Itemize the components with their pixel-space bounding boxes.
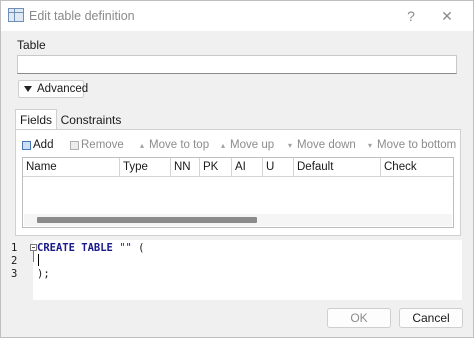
remove-field-button[interactable]: Remove [70,137,124,153]
title-bar: Edit table definition ? ✕ [1,1,473,31]
advanced-toggle-button[interactable]: Advanced [18,80,88,98]
move-to-bottom-label: Move to bottom [377,139,457,151]
move-down-button[interactable]: ▾ Move down [286,137,356,153]
sql-keyword: CREATE TABLE [37,242,113,254]
line-number: 1 [11,242,18,254]
table-name-input[interactable] [17,55,457,74]
arrow-down-icon: ▾ [287,140,292,150]
fields-panel: Add Remove ▴ Move to top ▴ Move up ▾ Mov… [15,129,461,236]
arrow-top-icon: ▴ [139,140,144,150]
fold-guide [33,251,34,262]
window-title: Edit table definition [29,9,135,23]
cancel-button[interactable]: Cancel [399,308,463,328]
tab-fields[interactable]: Fields [15,109,57,130]
tab-constraints[interactable]: Constraints [59,109,123,130]
close-icon[interactable]: ✕ [437,7,457,25]
fold-collapse-icon[interactable] [30,244,37,251]
column-header-type[interactable]: Type [120,158,171,177]
move-to-top-label: Move to top [149,139,210,151]
add-field-icon [22,140,31,150]
line-number: 2 [11,255,18,267]
move-up-label: Move up [230,139,275,151]
table-icon [8,8,24,22]
scrollbar-thumb[interactable] [37,217,257,223]
sql-line-1: CREATE TABLE "" ( [37,242,145,254]
sql-string: "" [119,242,132,254]
move-down-label: Move down [297,139,356,151]
add-field-button[interactable]: Add [22,137,53,153]
sql-editor[interactable]: 1 2 3 CREATE TABLE "" ( ); [7,240,462,300]
text-caret [38,254,39,266]
column-header-pk[interactable]: PK [200,158,232,177]
sql-paren-open: ( [131,242,145,254]
column-header-check[interactable]: Check [381,158,453,177]
table-section-label: Table [17,38,46,52]
advanced-label: Advanced [37,83,89,95]
move-to-bottom-button[interactable]: ▾ Move to bottom [366,137,456,153]
add-field-label: Add [33,139,54,151]
move-to-top-button[interactable]: ▴ Move to top [138,137,209,153]
fields-grid[interactable]: Name Type NN PK AI U Default Check [22,157,454,228]
column-header-nn[interactable]: NN [171,158,200,177]
column-header-u[interactable]: U [263,158,294,177]
line-number: 3 [11,268,18,280]
help-icon[interactable]: ? [401,7,421,25]
remove-field-label: Remove [81,139,124,151]
sql-line-3: ); [37,268,50,280]
triangle-down-icon [24,86,32,92]
column-header-ai[interactable]: AI [232,158,263,177]
column-header-default[interactable]: Default [294,158,381,177]
grid-header: Name Type NN PK AI U Default Check [23,158,453,177]
ok-button[interactable]: OK [327,308,391,328]
horizontal-scrollbar[interactable] [24,214,452,226]
arrow-up-icon: ▴ [220,140,225,150]
edit-table-dialog: Edit table definition ? ✕ Table Advanced… [0,0,474,338]
column-header-name[interactable]: Name [23,158,120,177]
remove-field-icon [70,140,79,150]
arrow-bottom-icon: ▾ [367,140,372,150]
move-up-button[interactable]: ▴ Move up [219,137,274,153]
